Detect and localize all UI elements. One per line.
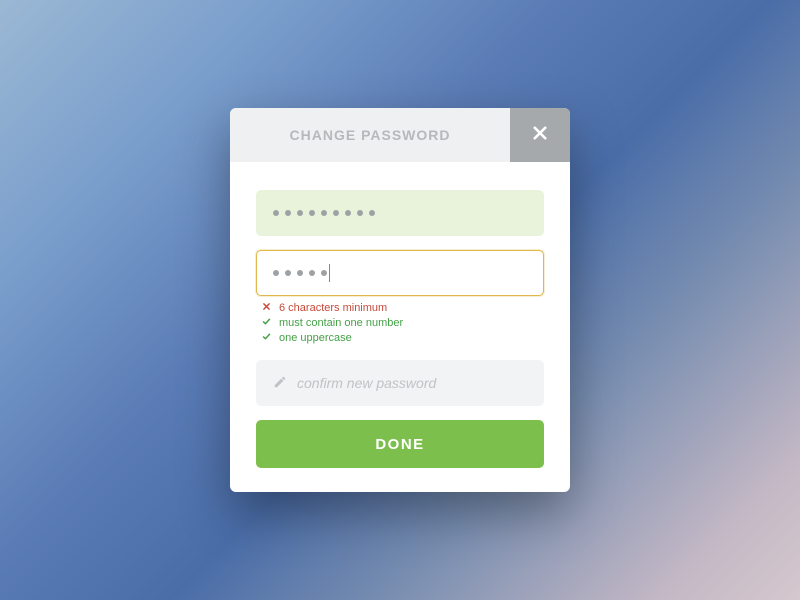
x-icon xyxy=(262,302,271,314)
check-icon xyxy=(262,332,271,344)
password-mask xyxy=(273,210,375,216)
password-mask xyxy=(273,270,327,276)
rule-text: must contain one number xyxy=(279,317,403,329)
done-button[interactable]: DONE xyxy=(256,420,544,468)
modal-header: CHANGE PASSWORD xyxy=(230,108,570,162)
pencil-icon xyxy=(273,375,287,392)
modal-body: 6 characters minimum must contain one num… xyxy=(230,162,570,492)
confirm-password-input[interactable]: confirm new password xyxy=(256,360,544,406)
password-rule: must contain one number xyxy=(262,317,544,329)
rule-text: 6 characters minimum xyxy=(279,302,387,314)
new-password-input[interactable] xyxy=(256,250,544,296)
password-rule: one uppercase xyxy=(262,332,544,344)
confirm-placeholder: confirm new password xyxy=(297,375,436,391)
password-rule: 6 characters minimum xyxy=(262,302,544,314)
done-label: DONE xyxy=(375,436,424,453)
close-icon xyxy=(531,124,549,147)
change-password-modal: CHANGE PASSWORD 6 characters minimum must… xyxy=(230,108,570,492)
text-cursor xyxy=(329,264,330,282)
password-rules: 6 characters minimum must contain one num… xyxy=(262,302,544,344)
modal-title: CHANGE PASSWORD xyxy=(230,108,510,162)
check-icon xyxy=(262,317,271,329)
current-password-input[interactable] xyxy=(256,190,544,236)
rule-text: one uppercase xyxy=(279,332,352,344)
close-button[interactable] xyxy=(510,108,570,162)
